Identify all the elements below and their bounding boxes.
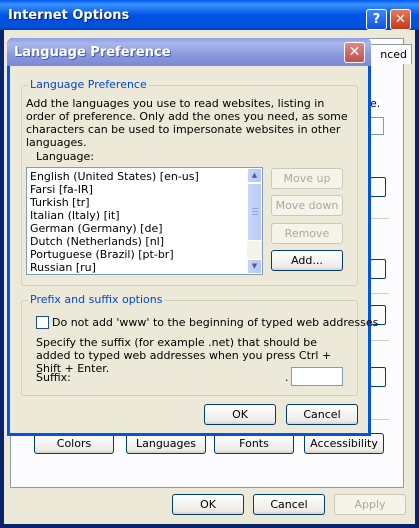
background-divider [371,419,389,420]
list-item[interactable]: Dutch (Netherlands) [nl] [27,235,262,248]
background-button-fragment[interactable] [370,367,386,387]
dialog-titlebar[interactable]: Language Preference [7,38,371,66]
grip-line [252,214,258,215]
help-button[interactable]: ? [366,9,387,30]
language-preference-group-label: Language Preference [28,78,149,91]
remove-button: Remove [271,223,343,244]
list-item[interactable]: Farsi [fa-IR] [27,183,262,196]
background-divider [371,293,389,294]
language-list-scrollbar[interactable]: ▲ ▼ [247,168,262,274]
colors-button[interactable]: Colors [34,433,114,454]
background-divider [371,218,389,219]
prefix-suffix-group-label: Prefix and suffix options [28,293,165,306]
internet-options-titlebar[interactable]: Internet Options [0,0,419,30]
list-item[interactable]: Portuguese (Brazil) [pt-br] [27,248,262,261]
scroll-thumb[interactable] [247,183,262,241]
options-cancel-button[interactable]: Cancel [253,494,325,515]
suffix-input[interactable] [291,367,343,386]
list-item[interactable]: Russian [ru] [27,261,262,274]
dialog-cancel-button[interactable]: Cancel [286,404,358,425]
language-listbox[interactable]: English (United States) [en-us] Farsi [f… [26,167,263,275]
background-divider [371,340,389,341]
list-item[interactable]: Italian (Italy) [it] [27,209,262,222]
move-down-button: Move down [271,195,343,216]
suffix-dot: . [285,371,289,384]
add-language-button[interactable]: Add... [271,250,343,271]
background-button-fragment[interactable] [370,177,386,197]
options-apply-button: Apply [334,494,406,515]
scroll-up-icon[interactable]: ▲ [247,168,262,183]
suffix-label: Suffix: [36,371,71,384]
accessibility-button[interactable]: Accessibility [304,433,384,454]
languages-button[interactable]: Languages [126,433,206,454]
language-list-label: Language: [36,150,94,163]
close-button[interactable]: ✕ [390,9,411,30]
dialog-close-button[interactable]: ✕ [344,42,365,63]
language-description: Add the languages you use to read websit… [26,97,348,149]
fonts-button[interactable]: Fonts [214,433,294,454]
move-up-button: Move up [271,168,343,189]
list-item[interactable]: Turkish [tr] [27,196,262,209]
dialog-ok-button[interactable]: OK [204,404,276,425]
internet-options-title: Internet Options [8,8,130,23]
no-www-checkbox-label[interactable]: Do not add 'www' to the beginning of typ… [52,316,378,329]
grip-line [252,211,258,212]
background-button-fragment[interactable] [370,259,386,279]
background-text-fragment: e. [370,97,381,110]
list-item[interactable]: English (United States) [en-us] [27,170,262,183]
dialog-title: Language Preference [14,45,171,60]
list-item[interactable]: German (Germany) [de] [27,222,262,235]
background-field-fragment [370,117,384,135]
options-ok-button[interactable]: OK [172,494,244,515]
scroll-down-icon[interactable]: ▼ [247,259,262,274]
grip-line [252,208,258,209]
no-www-checkbox[interactable] [36,316,49,329]
